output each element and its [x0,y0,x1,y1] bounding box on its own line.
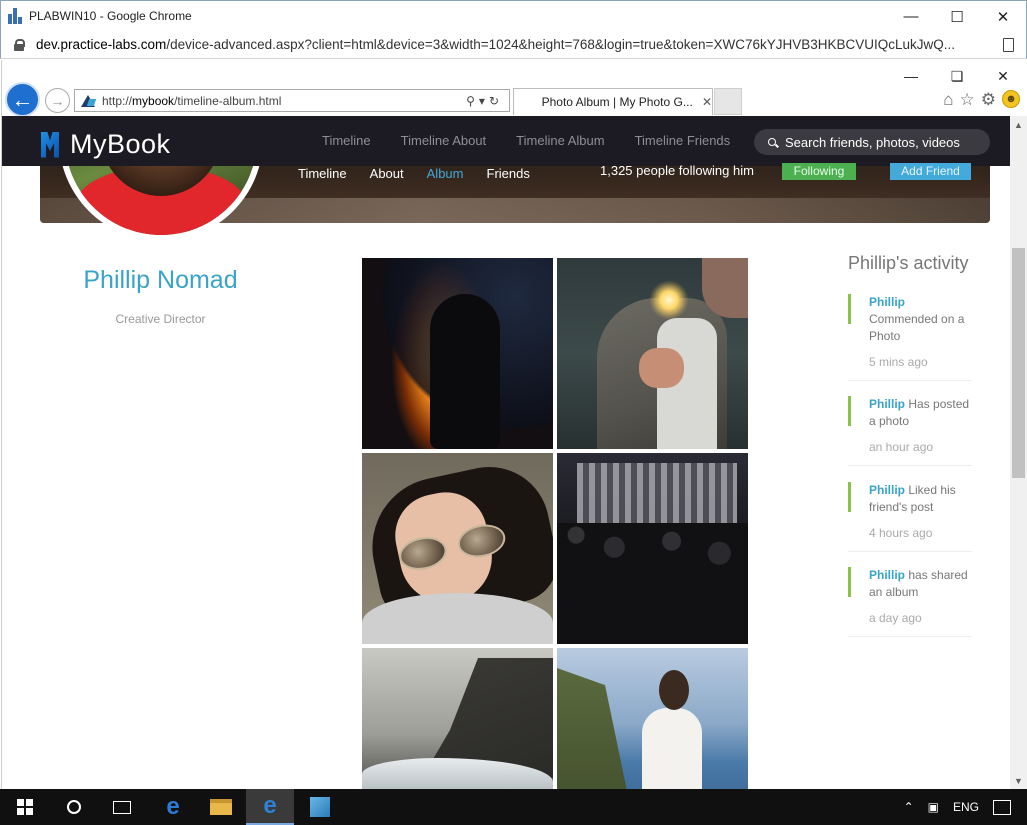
scrollbar-thumb[interactable] [1012,248,1025,478]
chrome-address-bar[interactable]: dev.practice-labs.com/device-advanced.as… [0,31,1027,59]
internet-explorer-icon[interactable]: e [246,789,294,825]
favorites-star-icon[interactable]: ☆ [960,90,975,110]
windows-logo-icon [17,799,33,815]
chrome-title-bar: PLABWIN10 - Google Chrome — ☐ ✕ [0,0,1027,31]
start-button[interactable] [0,789,50,825]
new-tab-button[interactable] [714,88,742,115]
follower-count: 1,325 people following him [600,163,754,178]
mybook-navbar: MyBook Timeline Timeline About Timeline … [2,116,1010,166]
cortana-search-button[interactable] [50,789,98,825]
activity-title: Phillip's activity [848,253,969,273]
minimize-icon[interactable]: — [888,1,934,32]
activity-item: Phillip Liked his friend's post 4 hours … [848,482,972,552]
profile-role: Creative Director [115,312,206,326]
vertical-scrollbar[interactable]: ▲ ▼ [1010,116,1027,789]
tab-about[interactable]: About [370,166,404,181]
photo-concert-crowd[interactable] [557,453,748,644]
pinned-app-button[interactable] [296,789,344,825]
scroll-down-icon[interactable]: ▼ [1010,772,1027,789]
activity-user-link[interactable]: Phillip [869,568,905,582]
profile-name[interactable]: Phillip Nomad [2,266,319,295]
activity-time: a day ago [869,611,922,625]
ie-url-host: mybook [132,93,175,108]
nav-timeline[interactable]: Timeline [322,133,371,148]
edge-browser-icon[interactable]: e [150,789,196,825]
maximize-icon[interactable]: ☐ [934,1,980,32]
nav-timeline-about[interactable]: Timeline About [401,133,487,148]
document-icon[interactable] [1003,38,1014,52]
mybook-logo-icon [41,132,59,158]
add-friend-button[interactable]: Add Friend [890,163,971,180]
task-view-icon [113,800,131,814]
back-arrow-icon[interactable]: ← [5,82,40,117]
following-button[interactable]: Following [782,163,856,180]
folder-icon [210,799,232,815]
activity-time: 4 hours ago [869,526,933,540]
windows-taskbar: e e ⌃ ▣ ENG [0,789,1027,825]
ie-url[interactable]: http://mybook/timeline-album.html [102,94,466,108]
network-icon[interactable]: ▣ [928,800,939,814]
tab-favicon-icon [520,94,536,110]
show-hidden-icons-chevron-icon[interactable]: ⌃ [904,800,914,814]
search-refresh-icons[interactable]: ⚲▾↻ [466,94,503,108]
tab-timeline[interactable]: Timeline [298,166,347,181]
ie-url-path: /timeline-album.html [174,93,282,108]
page-viewport: MyBook Timeline Timeline About Timeline … [2,116,1010,789]
plab-app-icon [8,8,22,24]
photo-sunglasses-portrait[interactable] [362,453,553,644]
forward-arrow-icon[interactable]: → [45,88,70,113]
system-tray: ⌃ ▣ ENG [904,789,1027,825]
tab-album[interactable]: Album [427,166,464,181]
lock-icon [14,38,25,51]
tab-title: Photo Album | My Photo G... [541,95,693,109]
brand-name: MyBook [70,129,171,159]
ie-window: — ❏ ✕ ← → http://mybook/timeline-album.h… [1,60,1027,789]
search-icon [768,138,776,146]
photo-bonfire[interactable] [362,258,553,449]
url-path: /device-advanced.aspx?client=html&device… [166,37,956,52]
url-host: dev.practice-labs.com [36,37,167,52]
language-indicator[interactable]: ENG [953,800,979,814]
nav-timeline-friends[interactable]: Timeline Friends [635,133,731,148]
activity-user-link[interactable]: Phillip [869,295,905,309]
profile-tabs: Timeline About Album Friends [298,166,553,181]
task-view-button[interactable] [98,789,146,825]
building-app-icon [310,797,330,817]
tab-friends[interactable]: Friends [487,166,530,181]
search-input[interactable]: Search friends, photos, videos [754,129,990,155]
activity-action: Commended on a Photo [869,312,965,343]
activity-user-link[interactable]: Phillip [869,483,905,497]
action-center-icon[interactable] [993,799,1011,815]
chrome-url[interactable]: dev.practice-labs.com/device-advanced.as… [36,37,986,52]
close-icon[interactable]: ✕ [980,1,1026,32]
activity-time: 5 mins ago [869,355,928,369]
mybook-logo[interactable]: MyBook [41,129,171,160]
photo-ocean-view[interactable] [557,648,748,789]
tab-close-icon[interactable]: ✕ [702,95,712,109]
tab-photo-album[interactable]: Photo Album | My Photo G... ✕ [513,88,713,115]
photo-sparkler[interactable] [557,258,748,449]
activity-item: Phillip has shared an album a day ago [848,567,972,637]
ie-minimize-icon[interactable]: — [888,62,934,90]
home-icon[interactable]: ⌂ [943,90,953,110]
nav-timeline-album[interactable]: Timeline Album [516,133,604,148]
activity-time: an hour ago [869,440,934,454]
ie-close-icon[interactable]: ✕ [980,62,1026,90]
feedback-smiley-icon[interactable]: ☻ [1002,90,1020,108]
activity-user-link[interactable]: Phillip [869,397,905,411]
ie-url-prefix: http:// [102,93,133,108]
ie-address-bar[interactable]: http://mybook/timeline-album.html ⚲▾↻ [74,89,510,112]
search-placeholder: Search friends, photos, videos [785,134,960,150]
settings-gear-icon[interactable]: ⚙ [981,90,996,110]
window-title: PLABWIN10 - Google Chrome [29,9,192,23]
photo-cliff-waves[interactable] [362,648,553,789]
activity-item: Phillip Has posted a photo an hour ago [848,396,972,466]
cortana-icon [67,800,81,814]
file-explorer-button[interactable] [198,789,244,825]
scroll-up-icon[interactable]: ▲ [1010,116,1027,133]
activity-item: Phillip Commended on a Photo 5 mins ago [848,294,972,381]
site-favicon-icon [80,93,96,109]
ie-restore-icon[interactable]: ❏ [934,62,980,90]
